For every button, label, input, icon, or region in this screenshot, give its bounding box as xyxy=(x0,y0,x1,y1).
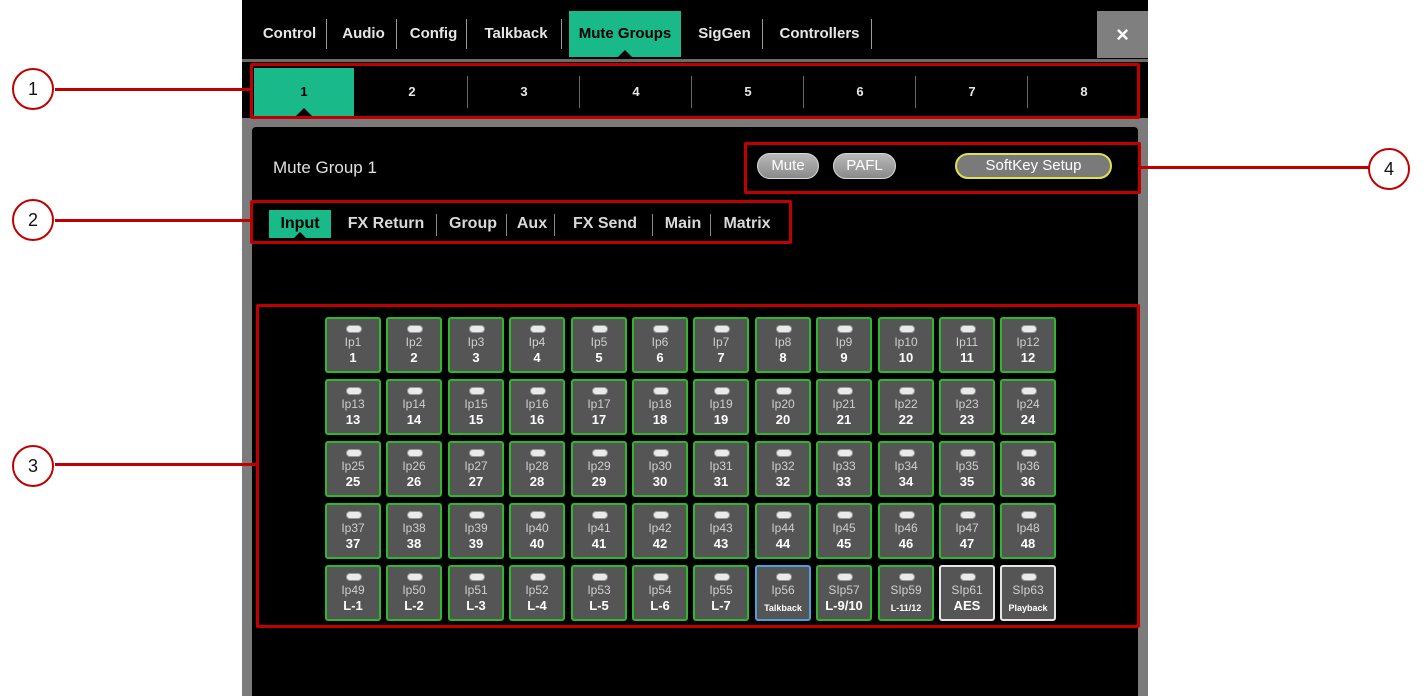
annotation-marker-1: 1 xyxy=(12,68,54,110)
annotation-box-1 xyxy=(250,63,1140,119)
annotation-box-4 xyxy=(744,142,1141,194)
tab-label: SigGen xyxy=(698,25,751,42)
tab-label: Control xyxy=(262,25,317,42)
annotation-line-3 xyxy=(55,463,257,466)
tab-controllers[interactable]: Controllers xyxy=(767,11,872,57)
tab-label: Talkback xyxy=(484,25,548,42)
annotation-box-2 xyxy=(250,200,792,244)
annotation-marker-3: 3 xyxy=(12,445,54,487)
close-icon: × xyxy=(1116,22,1129,47)
close-button[interactable]: × xyxy=(1097,11,1148,58)
annotation-line-2 xyxy=(55,219,251,222)
tab-label: Config xyxy=(409,25,458,42)
active-indicator xyxy=(617,50,633,58)
tab-mute-groups[interactable]: Mute Groups xyxy=(569,11,681,58)
tab-talkback[interactable]: Talkback xyxy=(470,11,562,57)
tab-label: Audio xyxy=(342,25,385,42)
tab-audio[interactable]: Audio xyxy=(330,11,397,57)
tab-siggen[interactable]: SigGen xyxy=(686,11,763,57)
annotation-marker-2: 2 xyxy=(12,199,54,241)
tab-control[interactable]: Control xyxy=(252,11,327,57)
tab-config[interactable]: Config xyxy=(400,11,467,57)
tab-label: Mute Groups xyxy=(578,25,672,42)
annotation-box-3 xyxy=(256,304,1140,628)
annotation-marker-4: 4 xyxy=(1368,148,1410,190)
annotation-line-1 xyxy=(55,88,251,91)
top-tab-bar: Control Audio Config Talkback Mute Group… xyxy=(242,0,1148,62)
tab-label: Controllers xyxy=(779,25,860,42)
page-title: Mute Group 1 xyxy=(273,158,377,177)
annotation-line-4 xyxy=(1140,166,1370,169)
